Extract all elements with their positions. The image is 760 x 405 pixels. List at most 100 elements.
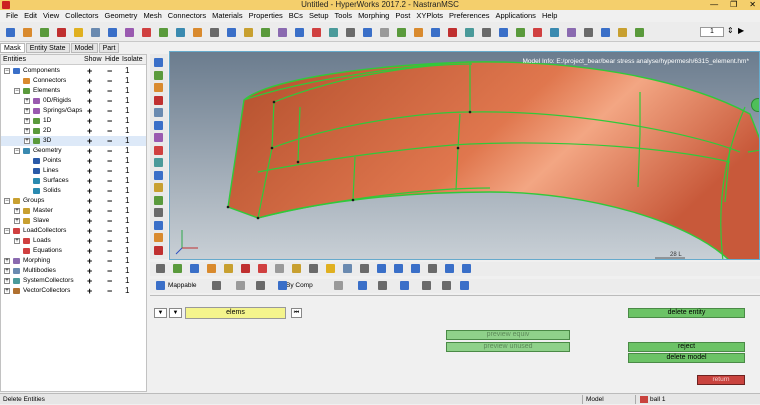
view-tool-icon[interactable] xyxy=(154,58,163,67)
expand-icon[interactable]: + xyxy=(4,278,10,284)
tree-row-loadcollectors[interactable]: − LoadCollectors + − 1 xyxy=(1,226,146,236)
show-button[interactable]: + xyxy=(87,176,92,186)
isolate-button[interactable]: 1 xyxy=(125,196,129,206)
tree-row-equations[interactable]: Equations + − 1 xyxy=(1,246,146,256)
display-tool-icon[interactable] xyxy=(400,281,409,290)
show-button[interactable]: + xyxy=(87,126,92,136)
toolbar-tool-icon[interactable] xyxy=(244,28,253,37)
menu-bcs[interactable]: BCs xyxy=(286,10,306,22)
menu-view[interactable]: View xyxy=(40,10,62,22)
isolate-button[interactable]: 1 xyxy=(125,86,129,96)
toolbar-tool-icon[interactable] xyxy=(193,28,202,37)
display-tool-icon[interactable] xyxy=(442,281,451,290)
menu-help[interactable]: Help xyxy=(539,10,560,22)
display-tool-icon[interactable] xyxy=(212,281,221,290)
expand-icon[interactable]: + xyxy=(14,238,20,244)
menu-connectors[interactable]: Connectors xyxy=(165,10,209,22)
menu-applications[interactable]: Applications xyxy=(492,10,538,22)
visualization-tool-icon[interactable] xyxy=(241,264,250,273)
toolbar-tool-icon[interactable] xyxy=(159,28,168,37)
tab-mask[interactable]: Mask xyxy=(0,43,25,53)
menu-setup[interactable]: Setup xyxy=(306,10,332,22)
expand-icon[interactable]: + xyxy=(24,138,30,144)
hide-button[interactable]: − xyxy=(107,266,112,276)
visualization-tool-icon[interactable] xyxy=(360,264,369,273)
show-button[interactable]: + xyxy=(87,276,92,286)
hide-button[interactable]: − xyxy=(107,246,112,256)
view-tool-icon[interactable] xyxy=(154,70,163,80)
tree-row-2d[interactable]: +2D + − 1 xyxy=(1,126,146,136)
visualization-tool-icon[interactable] xyxy=(377,264,386,273)
model-view[interactable]: 28 L xyxy=(170,52,760,260)
hide-button[interactable]: − xyxy=(107,176,112,186)
visualization-tool-icon[interactable] xyxy=(428,264,437,273)
show-button[interactable]: + xyxy=(87,156,92,166)
toolbar-tool-icon[interactable] xyxy=(601,28,610,37)
tree-row-multibodies[interactable]: + Multibodies + − 1 xyxy=(1,266,146,276)
isolate-button[interactable]: 1 xyxy=(125,206,129,216)
view-tool-icon[interactable] xyxy=(154,158,163,167)
isolate-button[interactable]: 1 xyxy=(125,246,129,256)
expand-icon[interactable]: + xyxy=(14,218,20,224)
view-tool-icon[interactable] xyxy=(154,183,163,192)
header-show[interactable]: Show xyxy=(84,55,102,65)
expand-icon[interactable]: + xyxy=(4,268,10,274)
show-button[interactable]: + xyxy=(87,136,92,146)
tree-row-3d[interactable]: +3D + − 1 xyxy=(1,136,146,146)
tree-row-vectorcollectors[interactable]: + VectorCollectors + − 1 xyxy=(1,286,146,296)
toolbar-tool-icon[interactable] xyxy=(346,28,355,37)
isolate-button[interactable]: 1 xyxy=(125,66,129,76)
visualization-tool-icon[interactable] xyxy=(275,264,284,273)
view-tool-icon[interactable] xyxy=(154,233,163,242)
toolbar-tool-icon[interactable] xyxy=(635,28,644,37)
tree-row-slave[interactable]: + Slave + − 1 xyxy=(1,216,146,226)
hide-button[interactable]: − xyxy=(107,226,112,236)
toolbar-tool-icon[interactable] xyxy=(584,28,593,37)
visualization-tool-icon[interactable] xyxy=(173,264,182,273)
display-tool-icon[interactable] xyxy=(358,281,367,290)
menu-mesh[interactable]: Mesh xyxy=(140,10,164,22)
maximize-button[interactable]: ❐ xyxy=(730,0,737,10)
tree-row-components[interactable]: − Components + − 1 xyxy=(1,66,146,76)
expand-icon[interactable]: + xyxy=(14,208,20,214)
toolbar-tool-icon[interactable] xyxy=(465,28,474,37)
visualization-tool-icon[interactable] xyxy=(309,264,318,273)
display-tool-icon[interactable] xyxy=(334,281,343,290)
hide-button[interactable]: − xyxy=(107,196,112,206)
hide-button[interactable]: − xyxy=(107,276,112,286)
toolbar-tool-icon[interactable] xyxy=(380,28,389,37)
isolate-button[interactable]: 1 xyxy=(125,126,129,136)
toolbar-tool-icon[interactable] xyxy=(414,28,423,37)
hide-button[interactable]: − xyxy=(107,96,112,106)
hide-button[interactable]: − xyxy=(107,86,112,96)
isolate-button[interactable]: 1 xyxy=(125,76,129,86)
view-tool-icon[interactable] xyxy=(154,145,163,155)
visualization-tool-icon[interactable] xyxy=(411,264,420,273)
isolate-button[interactable]: 1 xyxy=(125,236,129,246)
menu-collectors[interactable]: Collectors xyxy=(62,10,101,22)
menu-properties[interactable]: Properties xyxy=(246,10,286,22)
hide-button[interactable]: − xyxy=(107,136,112,146)
toolbar-tool-icon[interactable] xyxy=(567,28,576,37)
return-button[interactable]: return xyxy=(697,375,745,385)
display-tool-icon[interactable] xyxy=(422,281,431,290)
toolbar-tool-icon[interactable] xyxy=(312,28,321,37)
hide-button[interactable]: − xyxy=(107,116,112,126)
collapse-icon[interactable]: − xyxy=(4,198,10,204)
toolbar-tool-icon[interactable] xyxy=(618,28,627,37)
menu-file[interactable]: File xyxy=(3,10,21,22)
display-tool-icon[interactable] xyxy=(236,281,245,290)
hide-button[interactable]: − xyxy=(107,146,112,156)
collapse-icon[interactable]: − xyxy=(14,148,20,154)
isolate-button[interactable]: 1 xyxy=(125,116,129,126)
tree-row-solids[interactable]: Solids + − 1 xyxy=(1,186,146,196)
display-tool-icon[interactable] xyxy=(156,281,165,290)
toolbar-tool-icon[interactable] xyxy=(227,28,236,37)
expand-icon[interactable]: + xyxy=(24,128,30,134)
toolbar-tool-icon[interactable] xyxy=(397,28,406,37)
show-button[interactable]: + xyxy=(87,116,92,126)
view-tool-icon[interactable] xyxy=(154,83,163,92)
show-button[interactable]: + xyxy=(87,186,92,196)
toolbar-tool-icon[interactable] xyxy=(23,28,32,37)
toolbar-tool-icon[interactable] xyxy=(210,28,219,37)
